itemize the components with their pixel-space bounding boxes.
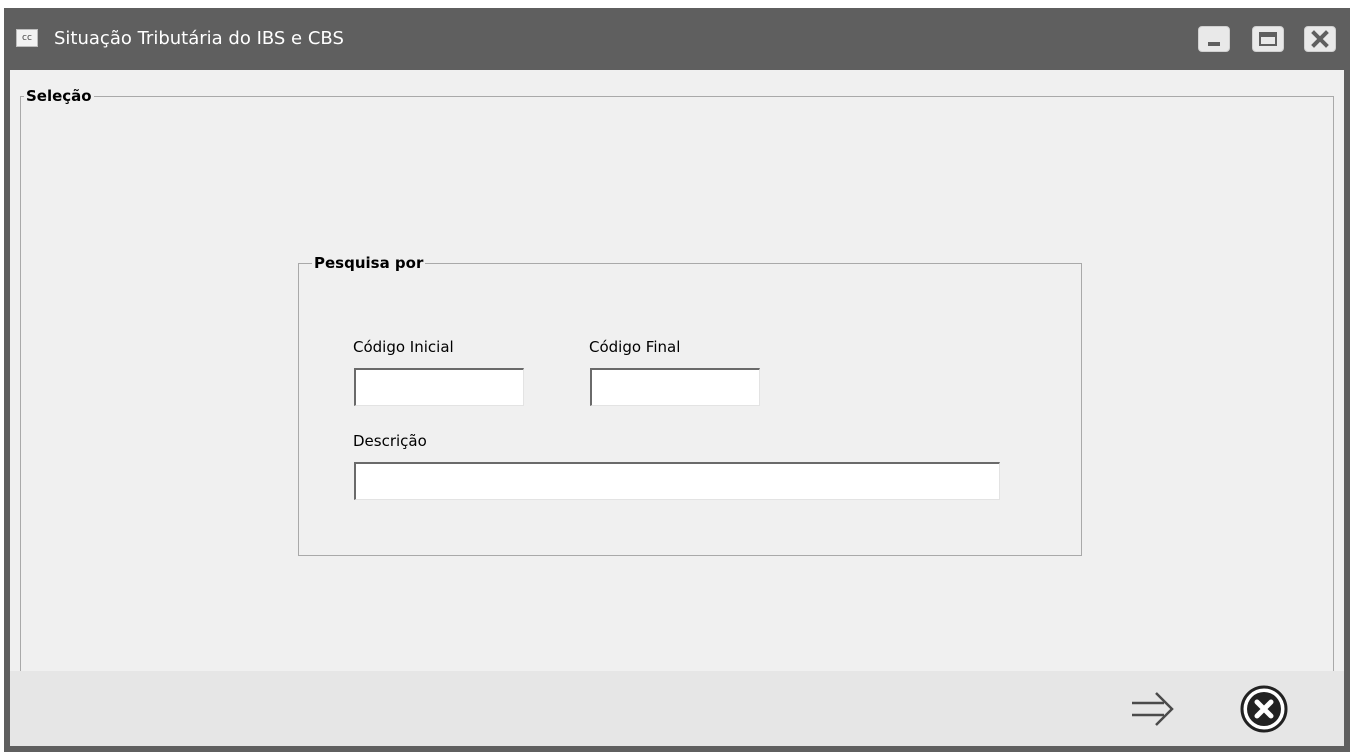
codigo-final-label: Código Final: [589, 338, 681, 356]
codigo-inicial-label: Código Inicial: [353, 338, 454, 356]
arrow-right-icon: [1132, 692, 1174, 726]
close-icon: [1311, 30, 1329, 48]
pesquisa-por-groupbox: [298, 263, 1082, 556]
selecao-legend: Seleção: [24, 87, 94, 105]
codigo-final-input[interactable]: [590, 368, 760, 406]
window-title: Situação Tributária do IBS e CBS: [54, 28, 344, 49]
cancel-button[interactable]: [1236, 681, 1292, 733]
app-icon[interactable]: cc: [16, 29, 38, 47]
descricao-label: Descrição: [353, 432, 427, 450]
cancel-x-circle-icon: [1240, 685, 1288, 733]
codigo-inicial-input[interactable]: [354, 368, 524, 406]
minimize-button[interactable]: [1198, 26, 1230, 52]
pesquisa-por-legend: Pesquisa por: [312, 254, 426, 272]
descricao-input[interactable]: [354, 462, 1000, 500]
confirm-arrow-button[interactable]: [1124, 683, 1180, 735]
window-client-area: Seleção Pesquisa por Código Inicial Códi…: [10, 70, 1344, 746]
footer-toolbar: [10, 671, 1344, 746]
maximize-icon: [1259, 32, 1277, 46]
maximize-button[interactable]: [1252, 26, 1284, 52]
minimize-icon: [1208, 42, 1220, 46]
close-button[interactable]: [1304, 26, 1336, 52]
window: cc Situação Tributária do IBS e CBS Sele…: [4, 8, 1350, 752]
title-bar[interactable]: cc Situação Tributária do IBS e CBS: [4, 8, 1350, 70]
